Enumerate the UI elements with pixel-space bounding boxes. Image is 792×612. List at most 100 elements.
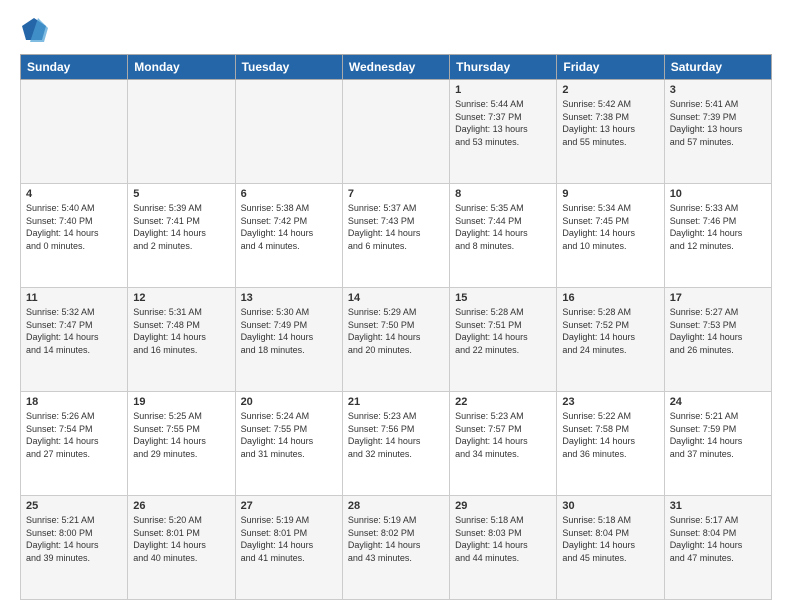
calendar-cell: 13 Sunrise: 5:30 AM Sunset: 7:49 PM Dayli… bbox=[235, 288, 342, 392]
day-info: Sunrise: 5:28 AM Sunset: 7:51 PM Dayligh… bbox=[455, 306, 551, 356]
day-header-thursday: Thursday bbox=[450, 55, 557, 80]
day-number: 29 bbox=[455, 500, 551, 512]
day-header-wednesday: Wednesday bbox=[342, 55, 449, 80]
calendar-cell: 15 Sunrise: 5:28 AM Sunset: 7:51 PM Dayli… bbox=[450, 288, 557, 392]
calendar-cell: 14 Sunrise: 5:29 AM Sunset: 7:50 PM Dayli… bbox=[342, 288, 449, 392]
calendar-week-4: 18Sunrise: 5:26 AM Sunset: 7:54 PM Dayli… bbox=[21, 392, 772, 496]
day-number: 13 bbox=[241, 292, 337, 304]
day-info: Sunrise: 5:39 AM Sunset: 7:41 PM Dayligh… bbox=[133, 202, 229, 252]
day-number: 22 bbox=[455, 396, 551, 408]
calendar-cell: 16 Sunrise: 5:28 AM Sunset: 7:52 PM Dayli… bbox=[557, 288, 664, 392]
day-number: 16 bbox=[562, 292, 658, 304]
day-info: Sunrise: 5:28 AM Sunset: 7:52 PM Dayligh… bbox=[562, 306, 658, 356]
day-number: 3 bbox=[670, 84, 766, 96]
calendar-cell: 31 Sunrise: 5:17 AM Sunset: 8:04 PM Dayli… bbox=[664, 496, 771, 600]
day-info: Sunrise: 5:30 AM Sunset: 7:49 PM Dayligh… bbox=[241, 306, 337, 356]
calendar-cell: 11Sunrise: 5:32 AM Sunset: 7:47 PM Dayli… bbox=[21, 288, 128, 392]
day-number: 28 bbox=[348, 500, 444, 512]
day-header-friday: Friday bbox=[557, 55, 664, 80]
calendar-cell: 30 Sunrise: 5:18 AM Sunset: 8:04 PM Dayli… bbox=[557, 496, 664, 600]
day-info: Sunrise: 5:19 AM Sunset: 8:01 PM Dayligh… bbox=[241, 514, 337, 564]
day-info: Sunrise: 5:17 AM Sunset: 8:04 PM Dayligh… bbox=[670, 514, 766, 564]
day-number: 2 bbox=[562, 84, 658, 96]
day-number: 27 bbox=[241, 500, 337, 512]
day-header-monday: Monday bbox=[128, 55, 235, 80]
calendar-cell: 21 Sunrise: 5:23 AM Sunset: 7:56 PM Dayli… bbox=[342, 392, 449, 496]
calendar-cell: 7Sunrise: 5:37 AM Sunset: 7:43 PM Daylig… bbox=[342, 184, 449, 288]
day-info: Sunrise: 5:18 AM Sunset: 8:04 PM Dayligh… bbox=[562, 514, 658, 564]
calendar-cell: 5 Sunrise: 5:39 AM Sunset: 7:41 PM Daylig… bbox=[128, 184, 235, 288]
day-number: 8 bbox=[455, 188, 551, 200]
day-number: 31 bbox=[670, 500, 766, 512]
day-info: Sunrise: 5:20 AM Sunset: 8:01 PM Dayligh… bbox=[133, 514, 229, 564]
calendar-cell bbox=[128, 80, 235, 184]
day-info: Sunrise: 5:42 AM Sunset: 7:38 PM Dayligh… bbox=[562, 98, 658, 148]
calendar-week-3: 11Sunrise: 5:32 AM Sunset: 7:47 PM Dayli… bbox=[21, 288, 772, 392]
day-info: Sunrise: 5:29 AM Sunset: 7:50 PM Dayligh… bbox=[348, 306, 444, 356]
calendar-cell: 18Sunrise: 5:26 AM Sunset: 7:54 PM Dayli… bbox=[21, 392, 128, 496]
calendar-week-2: 4 Sunrise: 5:40 AM Sunset: 7:40 PM Daylig… bbox=[21, 184, 772, 288]
calendar-cell: 10 Sunrise: 5:33 AM Sunset: 7:46 PM Dayli… bbox=[664, 184, 771, 288]
day-info: Sunrise: 5:34 AM Sunset: 7:45 PM Dayligh… bbox=[562, 202, 658, 252]
day-number: 4 bbox=[26, 188, 122, 200]
calendar-cell: 19 Sunrise: 5:25 AM Sunset: 7:55 PM Dayli… bbox=[128, 392, 235, 496]
calendar-cell: 25 Sunrise: 5:21 AM Sunset: 8:00 PM Dayli… bbox=[21, 496, 128, 600]
calendar-cell bbox=[235, 80, 342, 184]
day-info: Sunrise: 5:18 AM Sunset: 8:03 PM Dayligh… bbox=[455, 514, 551, 564]
logo-icon bbox=[20, 16, 48, 44]
calendar-cell: 28 Sunrise: 5:19 AM Sunset: 8:02 PM Dayli… bbox=[342, 496, 449, 600]
day-info: Sunrise: 5:41 AM Sunset: 7:39 PM Dayligh… bbox=[670, 98, 766, 148]
day-info: Sunrise: 5:23 AM Sunset: 7:56 PM Dayligh… bbox=[348, 410, 444, 460]
calendar-cell: 29 Sunrise: 5:18 AM Sunset: 8:03 PM Dayli… bbox=[450, 496, 557, 600]
calendar-cell bbox=[342, 80, 449, 184]
day-info: Sunrise: 5:27 AM Sunset: 7:53 PM Dayligh… bbox=[670, 306, 766, 356]
calendar-cell: 20Sunrise: 5:24 AM Sunset: 7:55 PM Dayli… bbox=[235, 392, 342, 496]
day-info: Sunrise: 5:44 AM Sunset: 7:37 PM Dayligh… bbox=[455, 98, 551, 148]
calendar-cell: 6 Sunrise: 5:38 AM Sunset: 7:42 PM Daylig… bbox=[235, 184, 342, 288]
calendar-cell: 3 Sunrise: 5:41 AM Sunset: 7:39 PM Daylig… bbox=[664, 80, 771, 184]
day-header-sunday: Sunday bbox=[21, 55, 128, 80]
day-number: 7 bbox=[348, 188, 444, 200]
day-info: Sunrise: 5:19 AM Sunset: 8:02 PM Dayligh… bbox=[348, 514, 444, 564]
day-number: 17 bbox=[670, 292, 766, 304]
day-number: 5 bbox=[133, 188, 229, 200]
calendar-cell: 22Sunrise: 5:23 AM Sunset: 7:57 PM Dayli… bbox=[450, 392, 557, 496]
calendar-table: SundayMondayTuesdayWednesdayThursdayFrid… bbox=[20, 54, 772, 600]
day-header-saturday: Saturday bbox=[664, 55, 771, 80]
calendar-cell: 4 Sunrise: 5:40 AM Sunset: 7:40 PM Daylig… bbox=[21, 184, 128, 288]
day-info: Sunrise: 5:21 AM Sunset: 7:59 PM Dayligh… bbox=[670, 410, 766, 460]
day-number: 30 bbox=[562, 500, 658, 512]
calendar-cell: 26Sunrise: 5:20 AM Sunset: 8:01 PM Dayli… bbox=[128, 496, 235, 600]
day-info: Sunrise: 5:32 AM Sunset: 7:47 PM Dayligh… bbox=[26, 306, 122, 356]
day-info: Sunrise: 5:21 AM Sunset: 8:00 PM Dayligh… bbox=[26, 514, 122, 564]
calendar-cell: 24 Sunrise: 5:21 AM Sunset: 7:59 PM Dayli… bbox=[664, 392, 771, 496]
day-info: Sunrise: 5:24 AM Sunset: 7:55 PM Dayligh… bbox=[241, 410, 337, 460]
calendar-week-5: 25 Sunrise: 5:21 AM Sunset: 8:00 PM Dayli… bbox=[21, 496, 772, 600]
calendar-cell: 27 Sunrise: 5:19 AM Sunset: 8:01 PM Dayli… bbox=[235, 496, 342, 600]
day-number: 23 bbox=[562, 396, 658, 408]
day-number: 6 bbox=[241, 188, 337, 200]
calendar-cell: 8 Sunrise: 5:35 AM Sunset: 7:44 PM Daylig… bbox=[450, 184, 557, 288]
day-header-tuesday: Tuesday bbox=[235, 55, 342, 80]
calendar-header-row: SundayMondayTuesdayWednesdayThursdayFrid… bbox=[21, 55, 772, 80]
day-number: 9 bbox=[562, 188, 658, 200]
day-number: 10 bbox=[670, 188, 766, 200]
day-info: Sunrise: 5:38 AM Sunset: 7:42 PM Dayligh… bbox=[241, 202, 337, 252]
day-info: Sunrise: 5:33 AM Sunset: 7:46 PM Dayligh… bbox=[670, 202, 766, 252]
calendar-cell: 17 Sunrise: 5:27 AM Sunset: 7:53 PM Dayli… bbox=[664, 288, 771, 392]
day-number: 18 bbox=[26, 396, 122, 408]
day-number: 15 bbox=[455, 292, 551, 304]
day-info: Sunrise: 5:40 AM Sunset: 7:40 PM Dayligh… bbox=[26, 202, 122, 252]
day-number: 14 bbox=[348, 292, 444, 304]
day-number: 21 bbox=[348, 396, 444, 408]
calendar-cell: 12Sunrise: 5:31 AM Sunset: 7:48 PM Dayli… bbox=[128, 288, 235, 392]
day-info: Sunrise: 5:35 AM Sunset: 7:44 PM Dayligh… bbox=[455, 202, 551, 252]
calendar-cell: 2 Sunrise: 5:42 AM Sunset: 7:38 PM Daylig… bbox=[557, 80, 664, 184]
day-info: Sunrise: 5:31 AM Sunset: 7:48 PM Dayligh… bbox=[133, 306, 229, 356]
logo bbox=[20, 16, 52, 44]
day-number: 19 bbox=[133, 396, 229, 408]
day-number: 24 bbox=[670, 396, 766, 408]
day-info: Sunrise: 5:25 AM Sunset: 7:55 PM Dayligh… bbox=[133, 410, 229, 460]
calendar-week-1: 1Sunrise: 5:44 AM Sunset: 7:37 PM Daylig… bbox=[21, 80, 772, 184]
day-number: 25 bbox=[26, 500, 122, 512]
